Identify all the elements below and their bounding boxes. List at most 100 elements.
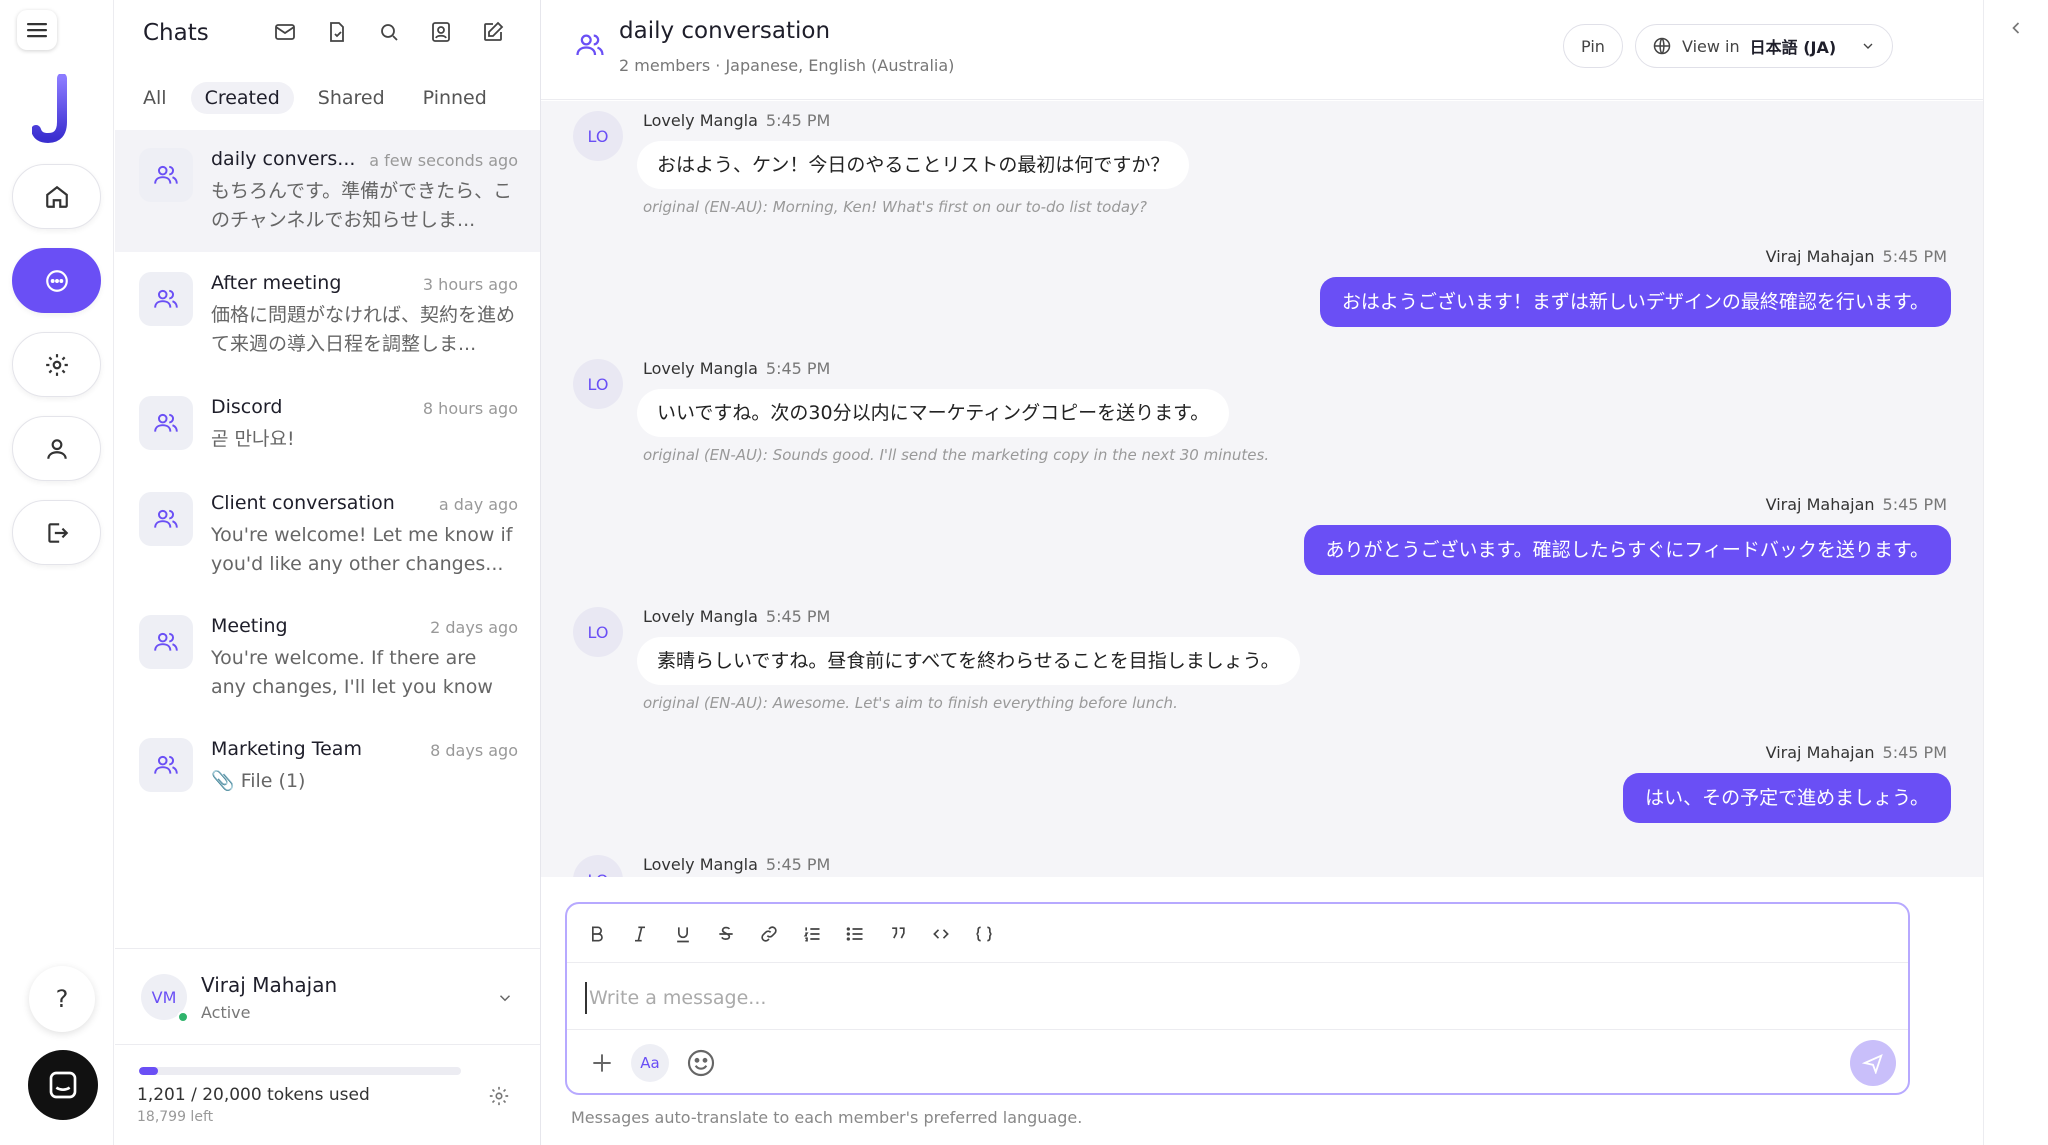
channel-subtitle: 2 members · Japanese, English (Australia… bbox=[619, 56, 955, 75]
view-language: 日本語 (JA) bbox=[1749, 38, 1837, 57]
message-meta: Lovely Mangla 5:45 PM bbox=[643, 359, 830, 378]
message-time: 5:45 PM bbox=[1882, 743, 1947, 762]
view-prefix: View in bbox=[1682, 36, 1740, 56]
user-icon bbox=[46, 438, 67, 459]
hamburger-menu-button[interactable] bbox=[17, 10, 57, 50]
conversation-name: After meeting bbox=[211, 272, 342, 294]
conversation-item[interactable]: After meeting 3 hours ago 価格に問題がなければ、契約を… bbox=[115, 254, 540, 376]
logout-icon bbox=[47, 522, 68, 543]
message-meta: Viraj Mahajan 5:45 PM bbox=[1766, 247, 1947, 266]
nav-settings-button[interactable] bbox=[12, 332, 101, 397]
conversation-time: 2 days ago bbox=[430, 618, 518, 637]
online-status-dot bbox=[177, 1011, 189, 1023]
message-bubble: 素晴らしいですね。昼食前にすべてを終わらせることを目指しましょう。 bbox=[637, 637, 1300, 685]
divider bbox=[567, 962, 1908, 963]
channel-title: daily conversation bbox=[619, 18, 831, 44]
conversation-preview: 곧 만나요! bbox=[211, 428, 295, 450]
hamburger-icon bbox=[27, 23, 47, 38]
user-status: Active bbox=[201, 1003, 251, 1022]
conversation-time: 8 days ago bbox=[430, 741, 518, 760]
user-name: Viraj Mahajan bbox=[201, 973, 338, 997]
conversation-item[interactable]: Client conversation a day ago You're wel… bbox=[115, 474, 540, 596]
chevron-down-icon bbox=[1863, 43, 1873, 49]
pin-button[interactable]: Pin bbox=[1563, 24, 1623, 68]
link-icon[interactable] bbox=[753, 918, 785, 950]
message-time: 5:45 PM bbox=[765, 607, 831, 626]
current-user-menu[interactable]: VM Viraj Mahajan Active bbox=[115, 948, 540, 1044]
mail-icon[interactable] bbox=[273, 20, 297, 44]
conversation-time: a day ago bbox=[438, 495, 518, 514]
message-time: 5:45 PM bbox=[1882, 247, 1947, 266]
conversation-preview: 📎 File (1) bbox=[211, 770, 306, 792]
tab-shared[interactable]: Shared bbox=[304, 82, 399, 114]
tab-pinned[interactable]: Pinned bbox=[409, 82, 501, 114]
message-meta: Lovely Mangla 5:45 PM bbox=[643, 607, 830, 626]
ordered-list-icon[interactable] bbox=[796, 918, 828, 950]
nav-logout-button[interactable] bbox=[12, 500, 101, 565]
message-composer: Write a message... Aa bbox=[565, 902, 1910, 1095]
bold-icon[interactable] bbox=[581, 918, 613, 950]
group-icon bbox=[139, 738, 193, 792]
tab-created[interactable]: Created bbox=[190, 82, 294, 114]
view-language-select[interactable]: View in 日本語 (JA) bbox=[1635, 24, 1893, 68]
nav-home-button[interactable] bbox=[12, 164, 101, 229]
divider bbox=[567, 1029, 1908, 1030]
original-text: original (EN-AU): Awesome. Let's aim to … bbox=[643, 694, 1178, 712]
auto-translate-hint: Messages auto-translate to each member's… bbox=[571, 1108, 1083, 1127]
support-chat-button[interactable] bbox=[28, 1050, 98, 1120]
italic-icon[interactable] bbox=[624, 918, 656, 950]
underline-icon[interactable] bbox=[667, 918, 699, 950]
help-button[interactable]: ? bbox=[29, 966, 95, 1032]
conversation-name: Client conversation bbox=[211, 492, 395, 514]
nav-chats-button[interactable] bbox=[12, 248, 101, 313]
conversation-preview: You're welcome! Let me know if you'd lik… bbox=[211, 524, 513, 575]
send-button[interactable] bbox=[1850, 1040, 1896, 1086]
chevron-down-icon[interactable] bbox=[496, 989, 514, 1007]
message-meta: Lovely Mangla 5:45 PM bbox=[643, 855, 830, 874]
code-block-icon[interactable] bbox=[968, 918, 1000, 950]
quote-icon[interactable] bbox=[882, 918, 914, 950]
conversation-preview: もちろんです。準備ができたら、このチャンネルでお知らせしま... bbox=[211, 180, 513, 231]
group-icon bbox=[575, 30, 605, 60]
plus-icon[interactable] bbox=[589, 1050, 615, 1076]
text-format-button[interactable]: Aa bbox=[631, 1044, 669, 1082]
code-icon[interactable] bbox=[925, 918, 957, 950]
gear-icon[interactable] bbox=[488, 1085, 510, 1107]
group-icon bbox=[139, 492, 193, 546]
file-icon[interactable] bbox=[325, 20, 349, 44]
compose-icon[interactable] bbox=[481, 20, 505, 44]
conversation-item[interactable]: Meeting 2 days ago You're welcome. If th… bbox=[115, 597, 540, 719]
formatting-toolbar bbox=[581, 914, 1000, 954]
app-rail: ? bbox=[0, 0, 114, 1145]
group-icon bbox=[139, 148, 193, 202]
emoji-icon[interactable] bbox=[685, 1047, 717, 1079]
channel-header: daily conversation 2 members · Japanese,… bbox=[541, 0, 1983, 100]
conversation-item[interactable]: Marketing Team 8 days ago 📎 File (1) bbox=[115, 720, 540, 842]
chevron-left-icon[interactable] bbox=[2006, 18, 2026, 38]
original-text: original (EN-AU): Morning, Ken! What's f… bbox=[643, 198, 1147, 216]
contacts-icon[interactable] bbox=[429, 20, 453, 44]
bullet-list-icon[interactable] bbox=[839, 918, 871, 950]
avatar: LO bbox=[573, 111, 623, 161]
app-logo bbox=[32, 74, 82, 144]
message-meta: Viraj Mahajan 5:45 PM bbox=[1766, 743, 1947, 762]
conversation-time: a few seconds ago bbox=[369, 151, 518, 170]
send-icon bbox=[1862, 1053, 1883, 1074]
conversation-name: daily convers... bbox=[211, 148, 356, 170]
conversation-name: Discord bbox=[211, 396, 283, 418]
tab-all[interactable]: All bbox=[129, 82, 181, 114]
chat-main-panel: daily conversation 2 members · Japanese,… bbox=[541, 0, 1983, 1145]
message-time: 5:45 PM bbox=[765, 359, 831, 378]
token-usage: 1,201 / 20,000 tokens used 18,799 left bbox=[115, 1044, 540, 1145]
strikethrough-icon[interactable] bbox=[710, 918, 742, 950]
avatar: LO bbox=[573, 607, 623, 657]
group-icon bbox=[139, 272, 193, 326]
message-bubble-own: ありがとうございます。確認したらすぐにフィードバックを送ります。 bbox=[1303, 525, 1951, 575]
nav-profile-button[interactable] bbox=[12, 416, 101, 481]
search-icon[interactable] bbox=[377, 20, 401, 44]
message-meta: Viraj Mahajan 5:45 PM bbox=[1766, 495, 1947, 514]
conversation-name: Meeting bbox=[211, 615, 288, 637]
conversation-item[interactable]: daily convers... a few seconds ago もちろんで… bbox=[115, 130, 540, 252]
message-input[interactable]: Write a message... bbox=[585, 982, 1785, 1014]
chat-filter-tabs: All Created Shared Pinned bbox=[129, 82, 501, 114]
